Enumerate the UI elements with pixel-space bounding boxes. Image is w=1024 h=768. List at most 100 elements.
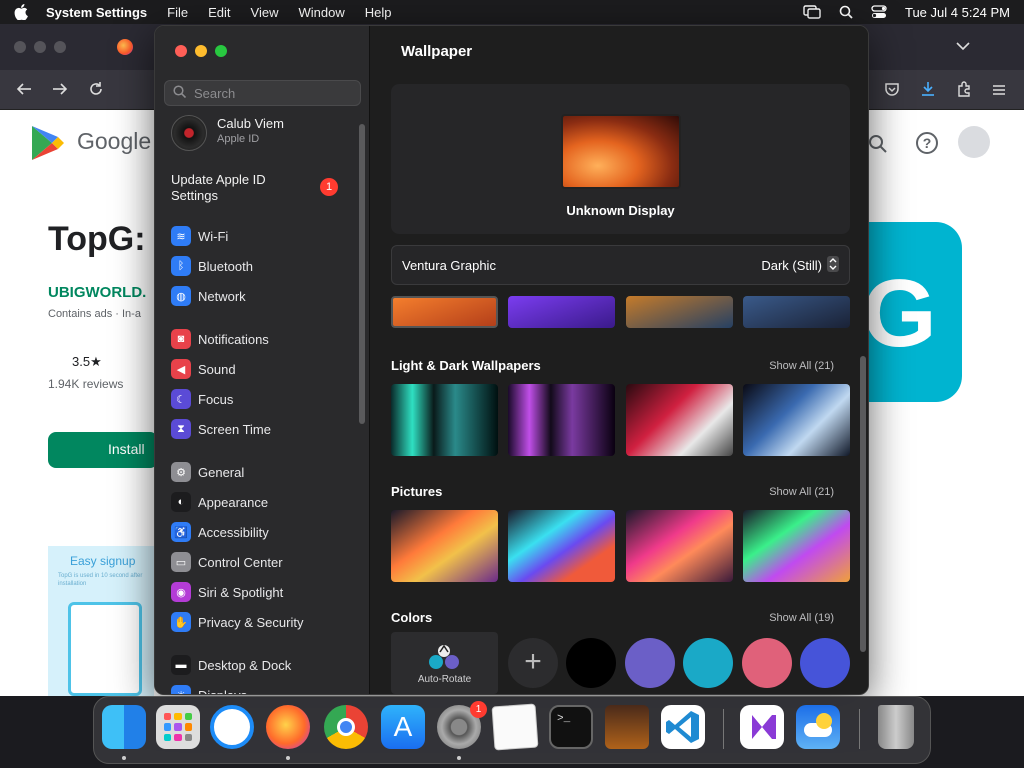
search-field[interactable]: Search (164, 80, 361, 106)
apple-id-row[interactable]: Calub Viem Apple ID (171, 115, 361, 151)
weather-icon[interactable] (796, 705, 840, 749)
sidebar-item-label: Bluetooth (198, 258, 253, 274)
wallpaper-thumbnail[interactable] (626, 510, 733, 582)
menubar-clock[interactable]: Tue Jul 4 5:24 PM (905, 5, 1010, 20)
sidebar-item-label: Desktop & Dock (198, 657, 292, 673)
wallpaper-thumbnail[interactable] (743, 510, 850, 582)
wallpaper-thumbnail[interactable] (626, 296, 733, 328)
sidebar-item-privacy-security[interactable]: ✋ Privacy & Security (171, 611, 303, 633)
wallpaper-thumbnail[interactable] (743, 384, 850, 456)
tab-list-chevron-icon[interactable] (956, 38, 970, 56)
sidebar-item-siri-spotlight[interactable]: ◉ Siri & Spotlight (171, 581, 283, 603)
wallpaper-thumbnail[interactable] (391, 384, 498, 456)
extensions-icon[interactable] (956, 81, 972, 102)
wallpaper-thumbnail[interactable] (508, 296, 615, 328)
color-swatch[interactable] (683, 638, 733, 688)
sidebar-item-displays[interactable]: ☀ Displays (171, 684, 247, 694)
wallpaper-thumbnail[interactable] (743, 296, 850, 328)
window-menu[interactable]: Window (298, 5, 344, 20)
zoom-button[interactable] (215, 45, 227, 57)
help-icon[interactable]: ? (916, 132, 938, 154)
sidebar-item-desktop-dock[interactable]: ▬ Desktop & Dock (171, 654, 291, 676)
search-icon[interactable] (868, 134, 888, 159)
dock-separator (723, 709, 724, 749)
add-color-button[interactable]: + (508, 638, 558, 688)
visual-studio-icon[interactable] (740, 705, 784, 749)
trash-icon[interactable] (878, 705, 914, 749)
wallpaper-selector[interactable]: Ventura Graphic Dark (Still) (391, 245, 850, 285)
install-button[interactable]: Install (48, 432, 158, 468)
show-all-button[interactable]: Show All (21) (769, 360, 834, 372)
launchpad-icon[interactable] (156, 705, 200, 749)
forward-arrow-icon[interactable] (52, 82, 68, 101)
browser-close-light[interactable] (14, 41, 26, 53)
firefox-icon[interactable] (266, 705, 310, 749)
sidebar-item-bluetooth[interactable]: ᛒ Bluetooth (171, 255, 253, 277)
avatar[interactable] (958, 126, 990, 158)
vscode-icon[interactable] (661, 705, 705, 749)
sidebar-item-wi-fi[interactable]: ≋ Wi-Fi (171, 225, 228, 247)
auto-rotate-tile[interactable]: Auto-Rotate (391, 632, 498, 694)
app-store-icon[interactable]: A (381, 705, 425, 749)
wallpaper-thumbnail[interactable] (508, 510, 615, 582)
show-all-button[interactable]: Show All (21) (769, 486, 834, 498)
speaker-icon: ◀ (171, 359, 191, 379)
dock-separator (859, 709, 860, 749)
download-icon[interactable] (920, 81, 936, 102)
developer-link[interactable]: UBIGWORLD. (48, 284, 146, 301)
update-apple-id-row[interactable]: Update Apple ID Settings 1 (171, 172, 341, 206)
sidebar-item-accessibility[interactable]: ♿ Accessibility (171, 521, 269, 543)
color-swatch[interactable] (566, 638, 616, 688)
pocket-icon[interactable] (884, 82, 900, 102)
show-all-button[interactable]: Show All (19) (769, 612, 834, 624)
chrome-icon[interactable] (324, 705, 368, 749)
edit-menu[interactable]: Edit (208, 5, 230, 20)
browser-minimize-light[interactable] (34, 41, 46, 53)
sidebar-item-sound[interactable]: ◀ Sound (171, 358, 236, 380)
finder-icon[interactable] (102, 705, 146, 749)
color-swatch[interactable] (742, 638, 792, 688)
browser-zoom-light[interactable] (54, 41, 66, 53)
sidebar-item-appearance[interactable]: ◐ Appearance (171, 491, 268, 513)
wallpaper-thumbnail[interactable] (508, 384, 615, 456)
wallpaper-thumbnail[interactable] (391, 510, 498, 582)
screen-mirroring-icon[interactable] (803, 5, 821, 19)
firefox-tab-icon[interactable] (117, 39, 133, 55)
close-button[interactable] (175, 45, 187, 57)
sidebar-scrollbar[interactable] (359, 124, 365, 424)
minimize-button[interactable] (195, 45, 207, 57)
app-menu[interactable]: System Settings (46, 5, 147, 20)
file-menu[interactable]: File (167, 5, 188, 20)
apple-menu-icon[interactable] (14, 4, 28, 21)
garageband-icon[interactable] (605, 705, 649, 749)
help-menu[interactable]: Help (365, 5, 392, 20)
wifi-icon: ≋ (171, 226, 191, 246)
update-badge: 1 (320, 178, 338, 196)
sidebar-item-control-center[interactable]: ▭ Control Center (171, 551, 283, 573)
sidebar-item-network[interactable]: ◍ Network (171, 285, 246, 307)
wallpaper-thumbnail[interactable] (391, 296, 498, 328)
siri-icon: ◉ (171, 582, 191, 602)
pane-scrollbar[interactable] (860, 356, 866, 652)
appearance-popup[interactable]: Dark (Still) (761, 255, 839, 275)
sidebar-item-general[interactable]: ⚙ General (171, 461, 244, 483)
promo-title: Easy signup (70, 554, 136, 568)
color-swatch[interactable] (800, 638, 850, 688)
google-play-logo-icon (30, 124, 66, 167)
wallpaper-thumbnail[interactable] (626, 384, 733, 456)
view-menu[interactable]: View (251, 5, 279, 20)
hamburger-menu-icon[interactable] (992, 83, 1006, 101)
sidebar-item-focus[interactable]: ☾ Focus (171, 388, 233, 410)
display-preview-image[interactable] (561, 114, 681, 189)
textedit-icon[interactable] (491, 703, 539, 751)
sidebar-item-notifications[interactable]: ◙ Notifications (171, 328, 269, 350)
spotlight-search-icon[interactable] (839, 5, 853, 19)
reload-icon[interactable] (88, 81, 104, 102)
screenshot-promo[interactable]: Easy signup TopG is used in 10 second af… (48, 546, 154, 696)
control-center-icon[interactable] (871, 5, 887, 19)
back-arrow-icon[interactable] (16, 82, 32, 101)
terminal-icon[interactable]: >_ (549, 705, 593, 749)
safari-icon[interactable] (210, 705, 254, 749)
sidebar-item-screen-time[interactable]: ⧗ Screen Time (171, 418, 271, 440)
color-swatch[interactable] (625, 638, 675, 688)
